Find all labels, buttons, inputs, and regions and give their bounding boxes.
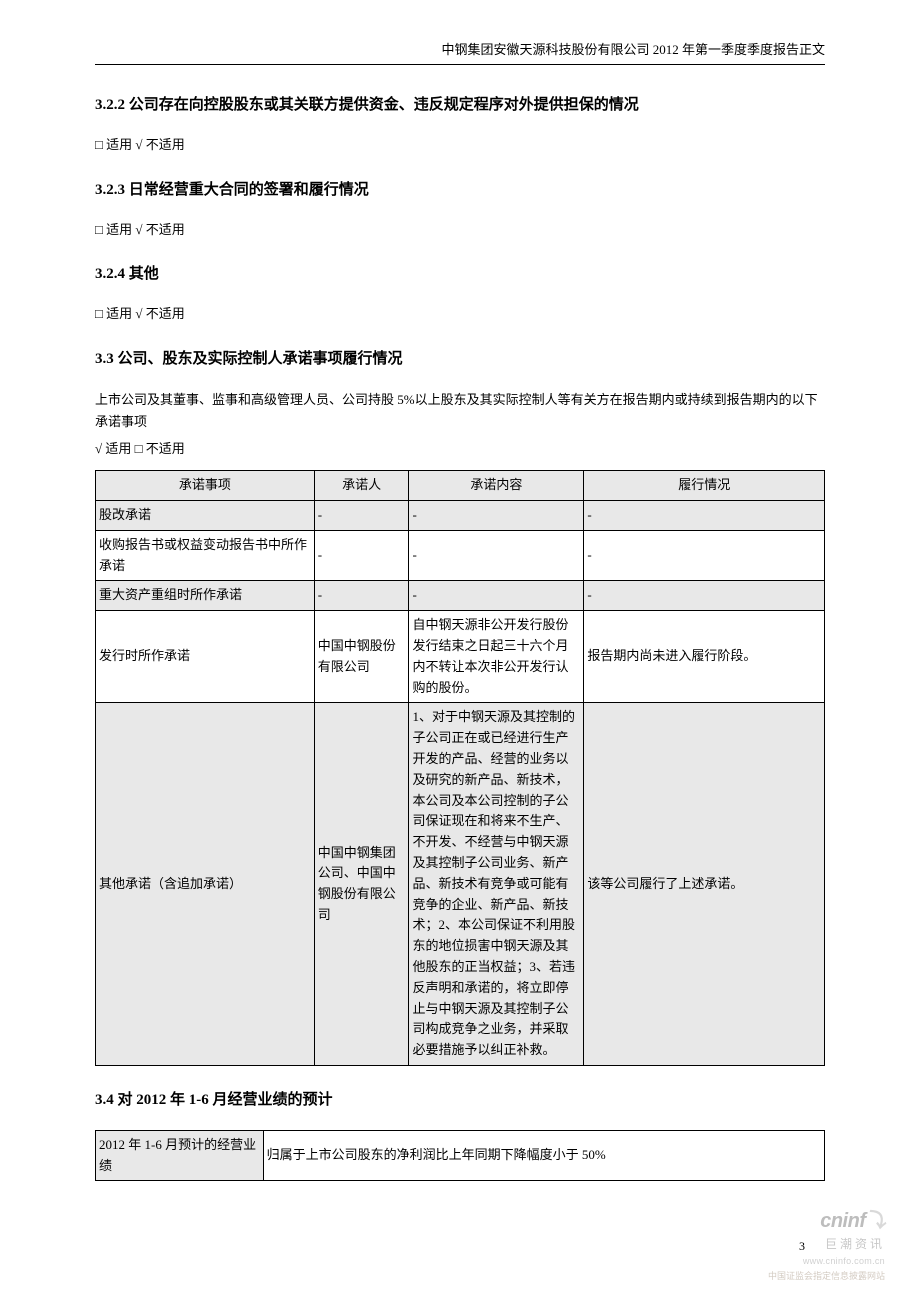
table-cell: - [409, 530, 584, 581]
table-cell: 该等公司履行了上述承诺。 [584, 703, 825, 1066]
table-cell: 中国中钢集团公司、中国中钢股份有限公司 [314, 703, 409, 1066]
header-title: 中钢集团安徽天源科技股份有限公司 2012 年第一季度季度报告正文 [95, 40, 825, 65]
table-cell: - [314, 581, 409, 611]
table-row: 重大资产重组时所作承诺--- [96, 581, 825, 611]
table-header-row: 承诺事项 承诺人 承诺内容 履行情况 [96, 471, 825, 501]
table-row: 收购报告书或权益变动报告书中所作承诺--- [96, 530, 825, 581]
th-person: 承诺人 [314, 471, 409, 501]
table-cell: - [584, 500, 825, 530]
table-row: 其他承诺（含追加承诺）中国中钢集团公司、中国中钢股份有限公司1、对于中钢天源及其… [96, 703, 825, 1066]
commitments-table: 承诺事项 承诺人 承诺内容 履行情况 股改承诺---收购报告书或权益变动报告书中… [95, 470, 825, 1066]
table-row: 2012 年 1-6 月预计的经营业绩 归属于上市公司股东的净利润比上年同期下降… [96, 1130, 825, 1181]
table-cell: 报告期内尚未进入履行阶段。 [584, 611, 825, 703]
section-322-applicability: □ 适用 √ 不适用 [95, 135, 825, 156]
watermark: cninf⤵ 巨潮资讯 www.cninfo.com.cn 中国证监会指定信息披… [768, 1205, 885, 1283]
watermark-sub: 中国证监会指定信息披露网站 [768, 1269, 885, 1283]
section-323-applicability: □ 适用 √ 不适用 [95, 220, 825, 241]
table-cell: - [409, 500, 584, 530]
table-cell: - [314, 530, 409, 581]
watermark-url: www.cninfo.com.cn [768, 1254, 885, 1268]
table-cell: - [584, 581, 825, 611]
section-323-heading: 3.2.3 日常经营重大合同的签署和履行情况 [95, 178, 825, 202]
table-cell: 1、对于中钢天源及其控制的子公司正在或已经进行生产开发的产品、经营的业务以及研究… [409, 703, 584, 1066]
table-cell: 重大资产重组时所作承诺 [96, 581, 315, 611]
table-cell: - [409, 581, 584, 611]
section-33-intro: 上市公司及其董事、监事和高级管理人员、公司持股 5%以上股东及其实际控制人等有关… [95, 389, 825, 433]
watermark-logo-zh: 巨潮资讯 [768, 1235, 885, 1254]
page-number: 3 [799, 1237, 805, 1256]
th-content: 承诺内容 [409, 471, 584, 501]
section-324-heading: 3.2.4 其他 [95, 262, 825, 286]
section-324-applicability: □ 适用 √ 不适用 [95, 304, 825, 325]
table-cell: 发行时所作承诺 [96, 611, 315, 703]
section-33-heading: 3.3 公司、股东及实际控制人承诺事项履行情况 [95, 347, 825, 371]
section-33-applicability: √ 适用 □ 不适用 [95, 439, 825, 460]
table-cell: 收购报告书或权益变动报告书中所作承诺 [96, 530, 315, 581]
table-cell: 中国中钢股份有限公司 [314, 611, 409, 703]
table-cell: 其他承诺（含追加承诺） [96, 703, 315, 1066]
th-perform: 履行情况 [584, 471, 825, 501]
watermark-logo: cninf⤵ [768, 1205, 885, 1237]
table-cell: - [584, 530, 825, 581]
table-row: 股改承诺--- [96, 500, 825, 530]
th-item: 承诺事项 [96, 471, 315, 501]
table-cell: - [314, 500, 409, 530]
section-322-heading: 3.2.2 公司存在向控股股东或其关联方提供资金、违反规定程序对外提供担保的情况 [95, 93, 825, 117]
table-cell: 股改承诺 [96, 500, 315, 530]
section-34-heading: 3.4 对 2012 年 1-6 月经营业绩的预计 [95, 1088, 825, 1112]
table-cell: 自中钢天源非公开发行股份发行结束之日起三十六个月内不转让本次非公开发行认购的股份… [409, 611, 584, 703]
forecast-value: 归属于上市公司股东的净利润比上年同期下降幅度小于 50% [263, 1130, 824, 1181]
table-row: 发行时所作承诺中国中钢股份有限公司自中钢天源非公开发行股份发行结束之日起三十六个… [96, 611, 825, 703]
forecast-label: 2012 年 1-6 月预计的经营业绩 [96, 1130, 264, 1181]
forecast-table: 2012 年 1-6 月预计的经营业绩 归属于上市公司股东的净利润比上年同期下降… [95, 1130, 825, 1182]
